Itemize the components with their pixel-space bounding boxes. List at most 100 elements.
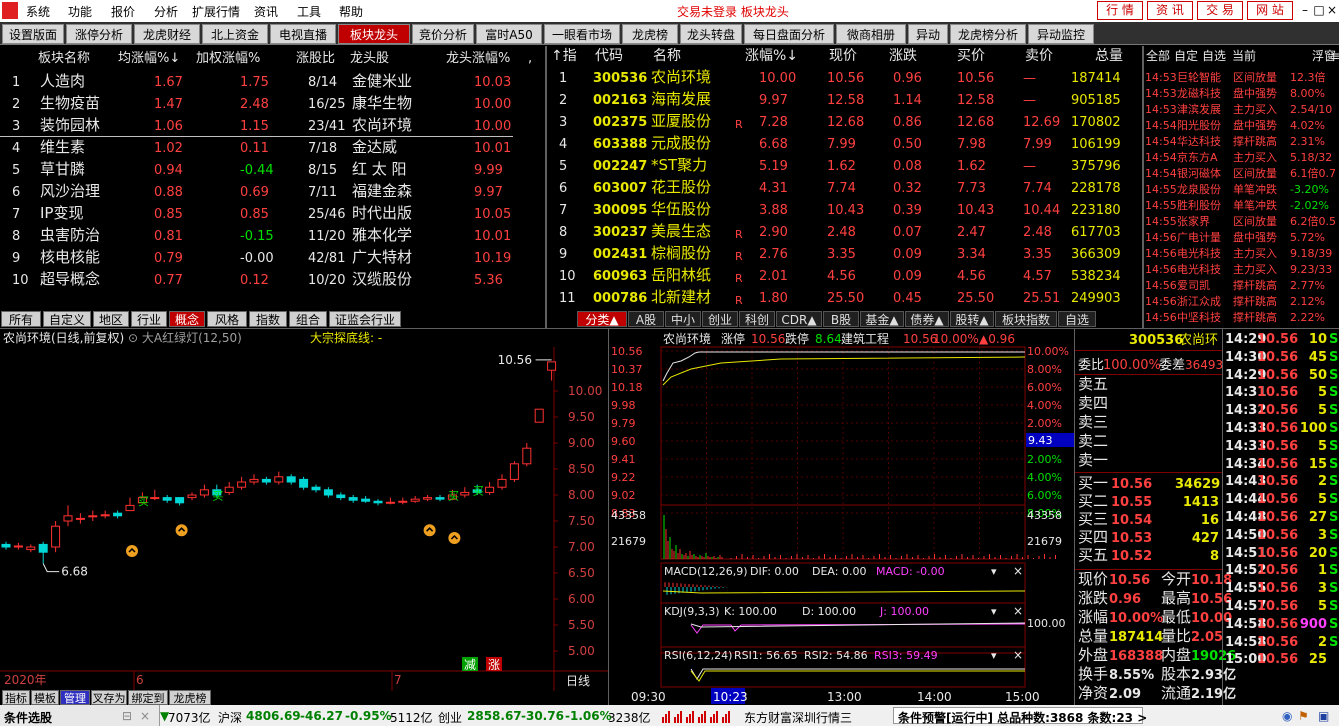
tab-a50[interactable]: 富时A50 xyxy=(476,24,542,44)
stock-col-header[interactable]: ↑指 xyxy=(551,49,577,64)
stock-tab[interactable]: CDR▲ xyxy=(776,311,822,327)
sector-row[interactable]: 10 超导概念 0.77 0.12 10/20 汉缆股份 5.36 xyxy=(0,271,545,291)
kline-candle[interactable] xyxy=(336,494,346,499)
kline-candle[interactable] xyxy=(100,514,110,517)
kline-chart[interactable]: 10.00 9.50 9.00 8.50 8.00 7.50 7.00 6.50 6.00 5.5… xyxy=(0,329,608,691)
kline-candle[interactable] xyxy=(286,476,296,483)
menu-function[interactable]: 功能 xyxy=(68,3,92,20)
kline-period[interactable]: 日线 xyxy=(566,674,590,688)
stock-tab[interactable]: 板块指数 xyxy=(995,311,1057,327)
alert-row[interactable]: 14:55 张家界 区间放量 6.2倍0.5 xyxy=(1144,213,1339,229)
kline-candle[interactable] xyxy=(361,498,371,502)
menu-system[interactable]: 系统 xyxy=(26,3,50,20)
stock-row[interactable]: 5 002247 *ST聚力 5.19 1.62 0.08 1.62 — 375796 xyxy=(547,157,1142,177)
sector-col-header[interactable]: 龙头股 xyxy=(350,51,389,66)
alert-tab[interactable]: 全部 xyxy=(1146,49,1170,64)
sector-row[interactable]: 1 人造肉 1.67 1.75 8/14 金健米业 10.03 xyxy=(0,73,545,93)
sector-tab[interactable]: 证监会行业 xyxy=(329,311,401,327)
stock-col-header[interactable]: 涨跌 xyxy=(889,49,917,64)
kline-candle[interactable] xyxy=(26,546,36,551)
sector-col-header[interactable]: 板块名称 xyxy=(38,51,90,66)
macd-close-icon[interactable]: × xyxy=(1013,564,1023,578)
website-button[interactable]: 网 站 xyxy=(1247,1,1293,20)
alert-tab[interactable]: ≡ xyxy=(1330,49,1339,64)
kline-candle[interactable] xyxy=(249,478,259,483)
menu-help[interactable]: 帮助 xyxy=(339,3,363,20)
alert-tab[interactable]: 当前 xyxy=(1232,49,1256,64)
tab-northbound[interactable]: 北上资金 xyxy=(202,24,268,44)
kline-candle[interactable] xyxy=(410,498,420,502)
minimize-icon[interactable]: – xyxy=(1298,2,1312,18)
stock-tab[interactable]: 自选 xyxy=(1058,311,1096,327)
kline-candle[interactable] xyxy=(547,361,557,371)
kline-candle[interactable] xyxy=(323,489,333,496)
alert-row[interactable]: 14:56 爱司凯 撑杆跳高 2.77% xyxy=(1144,277,1339,293)
stock-col-header[interactable]: 现价 xyxy=(829,49,857,64)
menu-analysis[interactable]: 分析 xyxy=(154,3,178,20)
kline-candle[interactable] xyxy=(125,504,135,512)
alert-row[interactable]: 14:56 电光科技 主力买入 9.23/33 xyxy=(1144,261,1339,277)
kline-candle[interactable] xyxy=(261,478,271,483)
stock-col-header[interactable]: 代码 xyxy=(595,49,623,64)
menu-extended[interactable]: 扩展行情 xyxy=(192,3,240,20)
sector-col-header[interactable]: 涨股比 xyxy=(296,51,335,66)
kline-candle[interactable] xyxy=(522,447,532,465)
tab-limit-up[interactable]: 涨停分析 xyxy=(66,24,132,44)
sector-tab[interactable]: 概念 xyxy=(169,311,205,327)
kline-candle[interactable] xyxy=(398,500,408,503)
stock-row[interactable]: 11 000786 北新建材 R 1.80 25.50 0.45 25.50 25.51 2499… xyxy=(547,289,1142,309)
alert-row[interactable]: 14:54 银河磁体 区间放量 6.1倍0.7 xyxy=(1144,165,1339,181)
kline-candle[interactable] xyxy=(150,497,160,500)
news-button[interactable]: 资 讯 xyxy=(1147,1,1193,20)
stock-col-header[interactable]: 买价 xyxy=(957,49,985,64)
sector-row[interactable]: 9 核电核能 0.79 -0.00 42/81 广大特材 10.19 xyxy=(0,249,545,269)
kline-tool-tab[interactable]: 绑定到 xyxy=(128,690,168,705)
stock-tab[interactable]: 债券▲ xyxy=(905,311,949,327)
kline-candle[interactable] xyxy=(373,500,383,504)
tab-album[interactable]: 微商相册 xyxy=(836,24,906,44)
stock-row[interactable]: 9 002431 棕榈股份 R 2.76 3.35 0.09 3.34 3.35 366309 xyxy=(547,245,1142,265)
sector-row[interactable]: 6 风沙治理 0.88 0.69 7/11 福建金森 9.97 xyxy=(0,183,545,203)
sector-row[interactable]: 7 IP变现 0.85 0.85 25/46 时代出版 10.05 xyxy=(0,205,545,225)
trade-button[interactable]: 交 易 xyxy=(1197,1,1243,20)
stock-tab[interactable]: 基金▲ xyxy=(860,311,904,327)
signal-circle-icon[interactable] xyxy=(448,532,461,544)
alert-row[interactable]: 14:55 胜利股份 单笔冲跌 -2.02% xyxy=(1144,197,1339,213)
alert-row[interactable]: 14:53 龙磁科技 盘中强势 8.00% xyxy=(1144,85,1339,101)
signal-circle-icon[interactable] xyxy=(175,524,188,537)
tray-icon[interactable]: ⚑ xyxy=(1298,709,1309,723)
tab-dragon-wheel[interactable]: 龙头转盘 xyxy=(680,24,742,44)
stock-col-header[interactable]: 涨幅%↓ xyxy=(745,49,798,64)
menu-tools[interactable]: 工具 xyxy=(297,3,321,20)
alert-row[interactable]: 14:56 浙江众成 撑杆跳高 2.12% xyxy=(1144,293,1339,309)
maximize-icon[interactable]: □ xyxy=(1312,2,1326,18)
tab-sector-leaders[interactable]: 板块龙头 xyxy=(338,24,410,44)
kline-candle[interactable] xyxy=(175,497,185,504)
kline-candle[interactable] xyxy=(348,497,358,501)
tab-abnormal[interactable]: 异动 xyxy=(908,24,948,44)
kline-tool-tab[interactable]: 龙虎榜 xyxy=(169,690,211,705)
kline-tool-tab[interactable]: 叉存为 xyxy=(91,690,127,705)
signal-circle-icon[interactable] xyxy=(423,524,436,537)
kline-candle[interactable] xyxy=(299,478,309,488)
stock-row[interactable]: 4 603388 元成股份 6.68 7.99 0.50 7.98 7.99 106199 xyxy=(547,135,1142,155)
kline-candle[interactable] xyxy=(113,512,123,517)
kline-candle[interactable] xyxy=(237,481,247,488)
kline-candle[interactable] xyxy=(423,497,433,500)
sector-tab[interactable]: 组合 xyxy=(289,311,327,327)
alert-row[interactable]: 14:56 电光科技 主力买入 9.18/39 xyxy=(1144,245,1339,261)
tab-tv-live[interactable]: 电视直播 xyxy=(270,24,336,44)
tab-daily-review[interactable]: 每日盘面分析 xyxy=(744,24,834,44)
kline-candle[interactable] xyxy=(274,476,284,483)
stock-row[interactable]: 6 603007 花王股份 4.31 7.74 0.32 7.73 7.74 228178 xyxy=(547,179,1142,199)
tab-auction[interactable]: 竞价分析 xyxy=(412,24,474,44)
stock-col-header[interactable]: 卖价 xyxy=(1025,49,1053,64)
intraday-chart[interactable]: 农尚环境 涨停 10.56 跌停 8.64 建筑工程 10.5610.00% ▲0.9610.… xyxy=(609,329,1075,706)
stock-row[interactable]: 10 600963 岳阳林纸 R 2.01 4.56 0.09 4.56 4.57 538234 xyxy=(547,267,1142,287)
sector-row[interactable]: 2 生物疫苗 1.47 2.48 16/25 康华生物 10.00 xyxy=(0,95,545,115)
sector-tab[interactable]: 指数 xyxy=(249,311,287,327)
tab-dragon-list[interactable]: 龙虎榜 xyxy=(622,24,678,44)
sector-row[interactable]: 4 维生素 1.02 0.11 7/18 金达威 10.01 xyxy=(0,139,545,159)
sector-row[interactable]: 8 虫害防治 0.81 -0.15 11/20 雅本化学 10.01 xyxy=(0,227,545,247)
stock-row[interactable]: 3 002375 亚厦股份 R 7.28 12.68 0.86 12.68 12.69 17080… xyxy=(547,113,1142,133)
